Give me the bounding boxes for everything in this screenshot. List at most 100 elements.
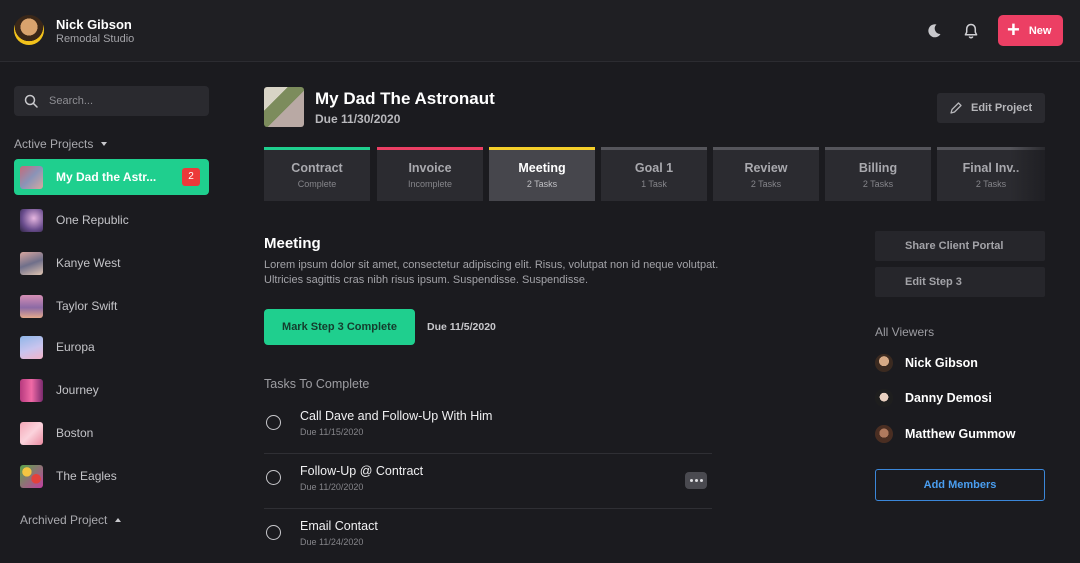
share-client-portal-button[interactable]: Share Client Portal	[875, 231, 1045, 261]
new-button-label: New	[1028, 24, 1052, 37]
task-label: Email Contact	[300, 519, 378, 533]
step-status-bar	[601, 147, 707, 150]
viewer-item: Nick Gibson	[875, 352, 1045, 374]
page-title: My Dad The Astronaut	[315, 89, 495, 108]
task-label: Call Dave and Follow-Up With Him	[300, 409, 493, 423]
step-status-bar	[264, 147, 370, 150]
project-thumbnail	[20, 421, 43, 445]
edit-project-button[interactable]: Edit Project	[937, 93, 1045, 123]
plus-icon: +	[1007, 16, 1020, 42]
more-options-icon[interactable]	[685, 472, 707, 489]
step-subtitle: 1 Task	[641, 179, 667, 189]
viewer-name: Danny Demosi	[905, 391, 992, 405]
step-subtitle: Complete	[297, 179, 337, 189]
sidebar-project-label: Kanye West	[56, 256, 121, 270]
sidebar-project-label: Boston	[56, 426, 94, 440]
project-thumbnail	[20, 464, 43, 488]
project-thumbnail	[20, 251, 43, 275]
step-title: Goal 1	[634, 161, 674, 175]
step-subtitle: 2 Tasks	[862, 179, 894, 189]
step-review[interactable]: Review 2 Tasks	[713, 147, 819, 201]
viewer-item: Matthew Gummow	[875, 423, 1045, 445]
new-button[interactable]: + New	[998, 15, 1063, 46]
sidebar-project-kanye-west[interactable]: Kanye West	[14, 245, 209, 281]
mark-step-complete-button[interactable]: Mark Step 3 Complete	[264, 309, 415, 345]
sidebar-project-label: Taylor Swift	[56, 299, 118, 313]
moon-icon[interactable]	[926, 23, 942, 39]
sidebar-project-label: My Dad the Astr...	[56, 170, 157, 184]
step-meeting[interactable]: Meeting 2 Tasks	[489, 147, 595, 201]
step-title: Review	[744, 161, 788, 175]
task-due-date: Due 11/15/2020	[300, 427, 364, 437]
search-icon	[24, 94, 38, 108]
viewer-item: Danny Demosi	[875, 387, 1045, 409]
sidebar-project-label: The Eagles	[56, 469, 117, 483]
sidebar-project-label: One Republic	[56, 213, 129, 227]
step-subtitle: 2 Tasks	[526, 179, 558, 189]
archived-projects-toggle[interactable]: Archived Project	[20, 513, 122, 527]
step-subtitle: Incomplete	[407, 179, 453, 189]
user-org: Remodal Studio	[56, 33, 135, 45]
project-thumbnail	[20, 294, 43, 318]
project-thumbnail	[20, 335, 43, 359]
search-input[interactable]	[49, 86, 199, 116]
viewers-heading: All Viewers	[875, 325, 935, 339]
avatar	[875, 389, 893, 407]
sidebar-project-the-eagles[interactable]: The Eagles	[14, 458, 209, 494]
step-heading: Meeting	[264, 235, 321, 252]
task-label: Follow-Up @ Contract	[300, 464, 424, 478]
step-title: Billing	[858, 161, 898, 175]
task-checkbox[interactable]	[266, 525, 281, 540]
task-checkbox[interactable]	[266, 470, 281, 485]
step-contract[interactable]: Contract Complete	[264, 147, 370, 201]
viewer-name: Nick Gibson	[905, 356, 978, 370]
active-projects-toggle[interactable]: Active Projects	[14, 137, 108, 151]
edit-project-label: Edit Project	[971, 102, 1033, 114]
avatar	[875, 354, 893, 372]
step-final-invoice[interactable]: Final Inv.. 2 Tasks	[937, 147, 1045, 201]
task-due-date: Due 11/24/2020	[300, 537, 364, 547]
add-members-button[interactable]: Add Members	[875, 469, 1045, 501]
active-projects-heading: Active Projects	[14, 137, 94, 151]
chevron-up-icon	[115, 518, 122, 522]
step-title: Meeting	[518, 161, 566, 175]
step-status-bar	[489, 147, 595, 150]
edit-step-button[interactable]: Edit Step 3	[875, 267, 1045, 297]
top-bar: Nick Gibson Remodal Studio + New	[0, 0, 1080, 62]
step-goal-1[interactable]: Goal 1 1 Task	[601, 147, 707, 201]
step-subtitle: 2 Tasks	[750, 179, 782, 189]
sidebar-project-journey[interactable]: Journey	[14, 372, 209, 408]
sidebar-project-label: Europa	[56, 340, 95, 354]
step-title: Final Inv..	[962, 161, 1020, 175]
search-box[interactable]	[14, 86, 209, 116]
step-invoice[interactable]: Invoice Incomplete	[377, 147, 483, 201]
chevron-down-icon	[101, 142, 108, 146]
task-due-date: Due 11/20/2020	[300, 482, 364, 492]
step-subtitle: 2 Tasks	[975, 179, 1007, 189]
step-status-bar	[937, 147, 1045, 150]
step-due-date: Due 11/5/2020	[427, 321, 496, 333]
step-description: Lorem ipsum dolor sit amet, consectetur …	[264, 259, 719, 286]
project-thumbnail	[20, 208, 43, 232]
task-item: Email Contact Due 11/24/2020	[264, 509, 712, 563]
task-checkbox[interactable]	[266, 415, 281, 430]
sidebar-project-my-dad-the-astronaut[interactable]: My Dad the Astr... 2	[14, 159, 209, 195]
task-item: Follow-Up @ Contract Due 11/20/2020	[264, 454, 712, 509]
project-thumbnail	[20, 378, 43, 402]
user-avatar[interactable]	[14, 15, 44, 45]
sidebar-project-label: Journey	[56, 383, 99, 397]
bell-icon[interactable]	[962, 22, 980, 40]
step-title: Invoice	[408, 161, 452, 175]
sidebar-project-europa[interactable]: Europa	[14, 329, 209, 365]
sidebar-project-boston[interactable]: Boston	[14, 415, 209, 451]
step-title: Contract	[291, 161, 343, 175]
step-status-bar	[825, 147, 931, 150]
sidebar-project-taylor-swift[interactable]: Taylor Swift	[14, 288, 209, 324]
sidebar-project-one-republic[interactable]: One Republic	[14, 202, 209, 238]
step-status-bar	[713, 147, 819, 150]
notification-badge: 2	[182, 168, 200, 186]
project-cover-image	[264, 87, 304, 127]
step-billing[interactable]: Billing 2 Tasks	[825, 147, 931, 201]
avatar	[875, 425, 893, 443]
project-thumbnail	[20, 165, 43, 189]
